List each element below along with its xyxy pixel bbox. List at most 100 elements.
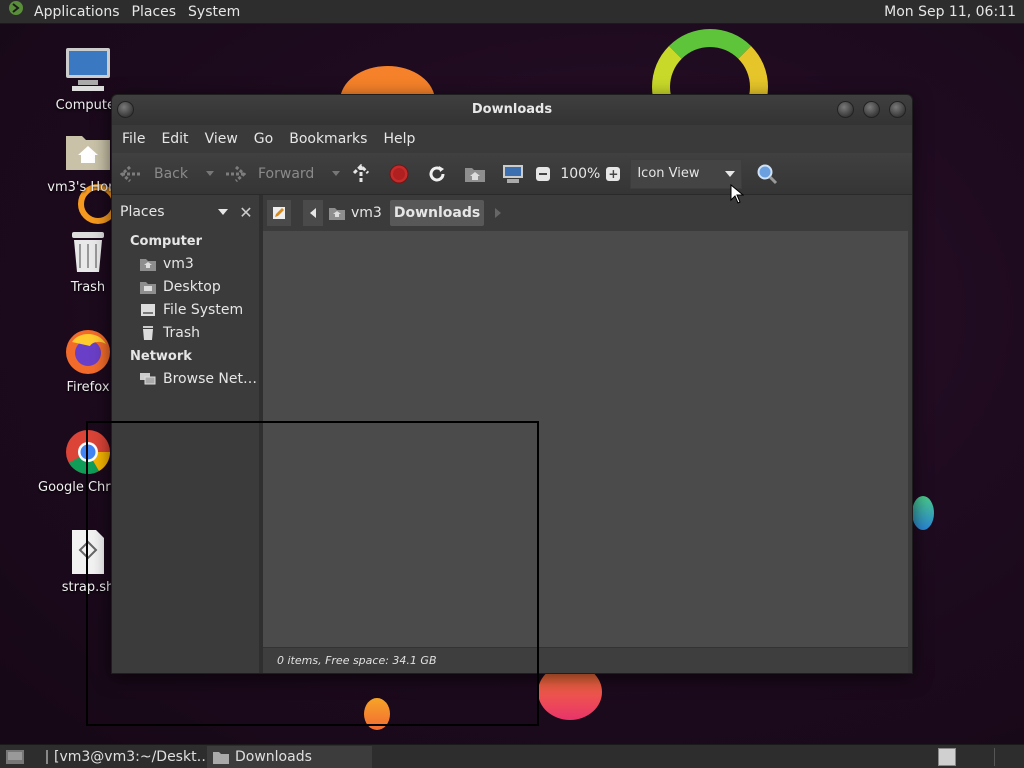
- pencil-icon: [273, 207, 285, 219]
- sidebar-item-label: Trash: [163, 325, 200, 341]
- network-icon: [140, 372, 156, 386]
- window-title: Downloads: [471, 102, 553, 117]
- menu-applications[interactable]: Applications: [28, 0, 126, 24]
- sidebar-item-label: Desktop: [163, 279, 221, 295]
- computer-icon: [64, 46, 112, 94]
- workspace-switcher[interactable]: [938, 748, 956, 766]
- reload-button[interactable]: [426, 163, 454, 185]
- taskbar-item-label: Downloads: [235, 748, 312, 765]
- menu-go[interactable]: Go: [248, 131, 279, 147]
- search-icon: [756, 163, 778, 185]
- back-arrow-icon: [120, 163, 142, 185]
- decor-small-orange-blob: [364, 698, 390, 730]
- show-desktop-button[interactable]: [0, 746, 30, 768]
- taskbar-item-terminal[interactable]: [vm3@vm3:~/Deskt…: [40, 746, 211, 768]
- view-mode-label: Icon View: [637, 166, 700, 181]
- desktop-folder-icon: [140, 280, 156, 294]
- search-button[interactable]: [756, 163, 784, 185]
- chevron-right-icon: [495, 208, 502, 218]
- sidebar-item-label: vm3: [163, 256, 194, 272]
- file-manager-window: Downloads File Edit View Go Bookmarks He…: [111, 94, 913, 674]
- home-folder-icon: [64, 128, 112, 176]
- path-segment-label: Downloads: [393, 205, 481, 221]
- drive-icon: [140, 303, 156, 317]
- back-label: Back: [154, 165, 188, 182]
- folder-icon: [213, 750, 229, 764]
- path-segment-downloads[interactable]: Downloads: [389, 200, 485, 226]
- show-desktop-icon: [6, 749, 24, 764]
- sidebar-heading-network: Network: [130, 349, 192, 364]
- back-history-dropdown-icon[interactable]: [206, 171, 214, 176]
- menu-system[interactable]: System: [182, 0, 246, 24]
- pathbar: vm3 Downloads: [263, 195, 908, 231]
- chevron-down-icon: [725, 170, 736, 177]
- chevron-down-icon: [218, 209, 228, 215]
- home-folder-icon: [464, 163, 486, 185]
- sidebar-mode-select[interactable]: Places: [116, 200, 232, 224]
- firefox-icon: [64, 328, 112, 376]
- computer-icon: [502, 163, 524, 185]
- sidebar: Places ✕ Computer vm3 Desktop File Syste…: [112, 195, 263, 673]
- terminal-icon: [46, 749, 48, 764]
- sidebar-heading-computer: Computer: [130, 234, 203, 249]
- workspace-switcher-slot[interactable]: [994, 748, 995, 766]
- path-scroll-left-button[interactable]: [303, 200, 323, 226]
- menu-view[interactable]: View: [199, 131, 244, 147]
- sidebar-item-trash[interactable]: Trash: [140, 325, 200, 341]
- sidebar-item-file-system[interactable]: File System: [140, 302, 243, 318]
- forward-button[interactable]: Forward: [224, 163, 314, 185]
- close-button[interactable]: [889, 101, 906, 118]
- up-button[interactable]: [350, 163, 378, 185]
- stop-icon: [388, 163, 410, 185]
- zoom-in-icon: +: [606, 166, 621, 181]
- top-panel-menus: Applications Places System: [0, 0, 246, 24]
- view-mode-select[interactable]: Icon View: [630, 158, 743, 189]
- computer-button[interactable]: [502, 163, 530, 185]
- menu-places[interactable]: Places: [126, 0, 183, 24]
- path-scroll-right-button[interactable]: [488, 200, 508, 226]
- sidebar-item-browse-network[interactable]: Browse Net…: [140, 371, 257, 387]
- window-body: Places ✕ Computer vm3 Desktop File Syste…: [112, 195, 912, 673]
- home-button[interactable]: [464, 163, 492, 185]
- trash-icon: [140, 326, 156, 340]
- home-folder-icon: [329, 208, 345, 220]
- menu-help[interactable]: Help: [377, 131, 421, 147]
- minimize-button[interactable]: [837, 101, 854, 118]
- taskbar-item-downloads[interactable]: Downloads: [207, 745, 372, 768]
- zoom-out-button[interactable]: [536, 166, 554, 181]
- zoom-in-button[interactable]: +: [606, 166, 624, 181]
- decor-teal-blob: [912, 496, 934, 530]
- edit-location-button[interactable]: [267, 200, 291, 226]
- mate-logo-icon[interactable]: [0, 0, 28, 24]
- clock[interactable]: Mon Sep 11, 06:11: [880, 0, 1020, 24]
- sidebar-mode-label: Places: [120, 204, 165, 220]
- chevron-left-icon: [310, 208, 316, 218]
- script-file-icon: [64, 528, 112, 576]
- chrome-icon: [64, 428, 112, 476]
- menu-file[interactable]: File: [116, 131, 151, 147]
- zoom-out-icon: [536, 166, 551, 181]
- top-panel: Applications Places System Mon Sep 11, 0…: [0, 0, 1024, 24]
- up-arrow-icon: [350, 163, 372, 185]
- forward-history-dropdown-icon[interactable]: [332, 171, 341, 176]
- zoom-level-label: 100%: [560, 165, 601, 182]
- forward-label: Forward: [258, 165, 315, 182]
- back-button[interactable]: Back: [120, 163, 188, 185]
- file-view-pane[interactable]: vm3 Downloads 0 items, Free space: 34.1 …: [263, 195, 908, 673]
- taskbar-item-label: [vm3@vm3:~/Deskt…: [54, 748, 211, 765]
- menu-bookmarks[interactable]: Bookmarks: [283, 131, 373, 147]
- toolbar: Back Forward 100% + Icon View: [112, 153, 912, 195]
- home-folder-icon: [140, 257, 156, 271]
- sidebar-item-vm3[interactable]: vm3: [140, 256, 194, 272]
- maximize-button[interactable]: [863, 101, 880, 118]
- path-segment-vm3[interactable]: vm3: [325, 200, 386, 226]
- stop-button[interactable]: [388, 163, 416, 185]
- sidebar-item-label: File System: [163, 302, 244, 318]
- menu-edit[interactable]: Edit: [155, 131, 194, 147]
- window-titlebar[interactable]: Downloads: [112, 95, 912, 125]
- close-icon[interactable]: ✕: [234, 200, 258, 224]
- sidebar-item-desktop[interactable]: Desktop: [140, 279, 221, 295]
- forward-arrow-icon: [224, 163, 246, 185]
- sidebar-item-label: Browse Net…: [163, 371, 258, 387]
- zoom-level[interactable]: 100%: [560, 166, 600, 182]
